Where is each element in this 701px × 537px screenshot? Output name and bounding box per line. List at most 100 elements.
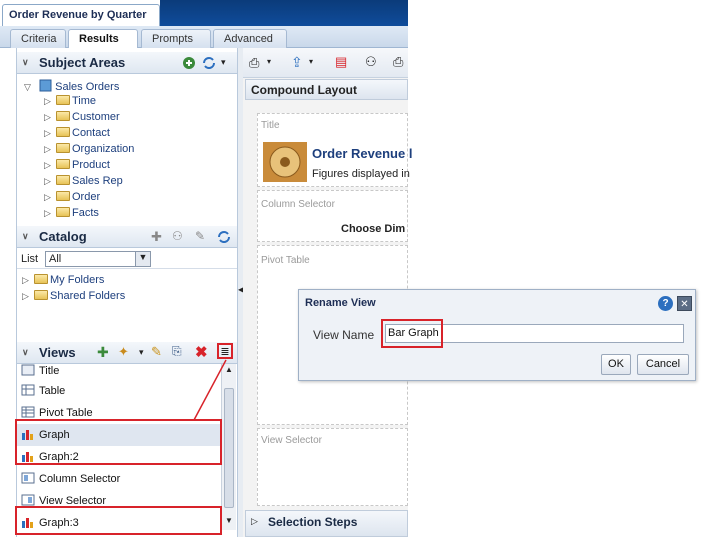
tab-results[interactable]: Results: [68, 29, 138, 49]
folder-icon: [56, 127, 70, 137]
chevron-down-icon[interactable]: ▼: [135, 252, 150, 266]
tree-root-sales-orders[interactable]: ▽ Sales Orders: [24, 79, 119, 95]
document-tab[interactable]: Order Revenue by Quarter: [2, 4, 160, 26]
list-select-value: All: [49, 253, 62, 265]
catalog-filter-row: List All ▼: [17, 249, 237, 269]
collapse-icon[interactable]: ∨: [22, 57, 29, 68]
title-view-icon: [21, 364, 35, 376]
tree-item[interactable]: ▷ Shared Folders: [22, 290, 125, 306]
export-icon[interactable]: ⇪: [291, 54, 303, 71]
folder-icon: [34, 290, 48, 300]
new-view-icon[interactable]: ✦: [118, 344, 129, 360]
view-name-label: View Name: [313, 328, 375, 342]
results-toolbar: ⎙ ▾ ⇪ ▾ ▤ ⚇ ⎙: [243, 48, 408, 78]
expand-icon[interactable]: ▷: [251, 516, 258, 527]
table-view-icon: [21, 384, 35, 396]
view-item-label: Pivot Table: [39, 407, 93, 419]
tree-item-label: Contact: [72, 127, 110, 139]
annotation-arrow: [193, 359, 227, 421]
view-selector-section[interactable]: View Selector: [257, 428, 408, 506]
schedule-icon[interactable]: ▤: [335, 54, 347, 70]
tree-item-label: Product: [72, 159, 110, 171]
tree-item-label: My Folders: [50, 274, 105, 286]
pivot-table-label: Pivot Table: [261, 255, 310, 266]
tree-item[interactable]: ▷ Order: [44, 191, 134, 207]
column-selector-label: Column Selector: [261, 199, 335, 210]
collapsed-icon: ▷: [44, 96, 51, 106]
compound-layout-header: Compound Layout: [245, 79, 408, 100]
title-image-icon: [263, 142, 307, 182]
edit-icon[interactable]: ✎: [151, 344, 162, 360]
collapsed-icon: ▷: [44, 112, 51, 122]
refresh-icon[interactable]: [216, 229, 232, 245]
tree-item[interactable]: ▷ Sales Rep: [44, 175, 134, 191]
view-selector-icon: [21, 494, 35, 506]
folder-icon: [56, 191, 70, 201]
preview-icon[interactable]: ⚇: [365, 54, 377, 70]
collapsed-icon: ▷: [44, 176, 51, 186]
view-selector-label: View Selector: [261, 435, 322, 446]
menu-chevron-icon[interactable]: ▾: [221, 57, 226, 68]
help-icon[interactable]: ?: [658, 296, 673, 311]
pivot-table-view-icon: [21, 406, 35, 418]
collapsed-icon: ▷: [44, 208, 51, 218]
catalog-title: Catalog: [39, 229, 87, 244]
collapse-icon[interactable]: ∨: [22, 231, 29, 242]
duplicate-view-icon[interactable]: ⎘: [172, 344, 182, 359]
collapse-icon[interactable]: ∨: [22, 347, 29, 358]
dialog-title: Rename View: [305, 297, 376, 309]
rename-view-dialog: Rename View ? ✕ View Name Bar Graph OK C…: [298, 289, 696, 381]
tab-advanced[interactable]: Advanced: [213, 29, 287, 48]
add-view-icon[interactable]: ✚: [97, 344, 109, 361]
add-subject-area-icon[interactable]: [181, 55, 197, 71]
column-selector-icon: [21, 472, 35, 484]
choose-dimension-text: Choose Dim: [341, 223, 406, 235]
scroll-down-icon[interactable]: ▼: [225, 516, 233, 525]
tab-prompts[interactable]: Prompts: [141, 29, 211, 48]
tree-item-label: Sales Rep: [72, 175, 123, 187]
rename-view-icon[interactable]: ≣: [217, 343, 233, 359]
chevron-down-icon[interactable]: ▾: [309, 57, 313, 66]
folder-icon: [56, 207, 70, 217]
print-icon[interactable]: ⎙: [249, 55, 259, 71]
more-icon[interactable]: ⎙: [393, 54, 403, 70]
selection-steps-header[interactable]: ▷ Selection Steps: [245, 510, 408, 537]
tree-item[interactable]: ▷ Organization: [44, 143, 134, 159]
tree-item[interactable]: ▷ Product: [44, 159, 134, 175]
tree-item-label: Shared Folders: [50, 290, 126, 302]
tree-item[interactable]: ▷ My Folders: [22, 274, 125, 290]
chevron-down-icon[interactable]: ▾: [267, 57, 271, 66]
view-item-label: Table: [39, 385, 66, 397]
expanded-icon: ▽: [24, 82, 31, 92]
tree-item[interactable]: ▷ Time: [44, 95, 134, 111]
add-icon[interactable]: ✚: [151, 229, 162, 245]
tree-item-label: Time: [72, 95, 97, 107]
close-icon[interactable]: ✕: [677, 296, 692, 311]
folder-icon: [56, 95, 70, 105]
collapsed-icon: ▷: [44, 192, 51, 202]
tree-item[interactable]: ▷ Contact: [44, 127, 134, 143]
cube-icon: [39, 79, 52, 92]
report-heading: Order Revenue l: [312, 146, 413, 161]
highlight-graph-items: [15, 419, 222, 465]
edit-icon[interactable]: ✎: [195, 229, 205, 243]
column-selector-section[interactable]: Column Selector Choose Dim: [257, 190, 408, 242]
list-select[interactable]: All ▼: [45, 251, 151, 267]
folder-icon: [56, 159, 70, 169]
tab-criteria[interactable]: Criteria: [10, 29, 66, 48]
collapsed-icon: ▷: [22, 275, 29, 285]
cancel-button[interactable]: Cancel: [637, 354, 689, 375]
collapsed-icon: ▷: [44, 128, 51, 138]
folder-icon: [56, 175, 70, 185]
tree-item[interactable]: ▷ Facts: [44, 207, 134, 223]
chevron-down-icon[interactable]: ▾: [139, 347, 144, 358]
ok-button[interactable]: OK: [601, 354, 631, 375]
views-title: Views: [39, 345, 76, 360]
highlight-view-name: Bar Graph: [381, 319, 443, 348]
folder-icon: [56, 111, 70, 121]
search-icon[interactable]: ⚇: [172, 229, 183, 243]
title-section[interactable]: Title Order Revenue l Figures displayed …: [257, 113, 412, 187]
view-item-column-selector[interactable]: Column Selector: [17, 468, 221, 490]
tree-item[interactable]: ▷ Customer: [44, 111, 134, 127]
refresh-icon[interactable]: [201, 55, 217, 71]
